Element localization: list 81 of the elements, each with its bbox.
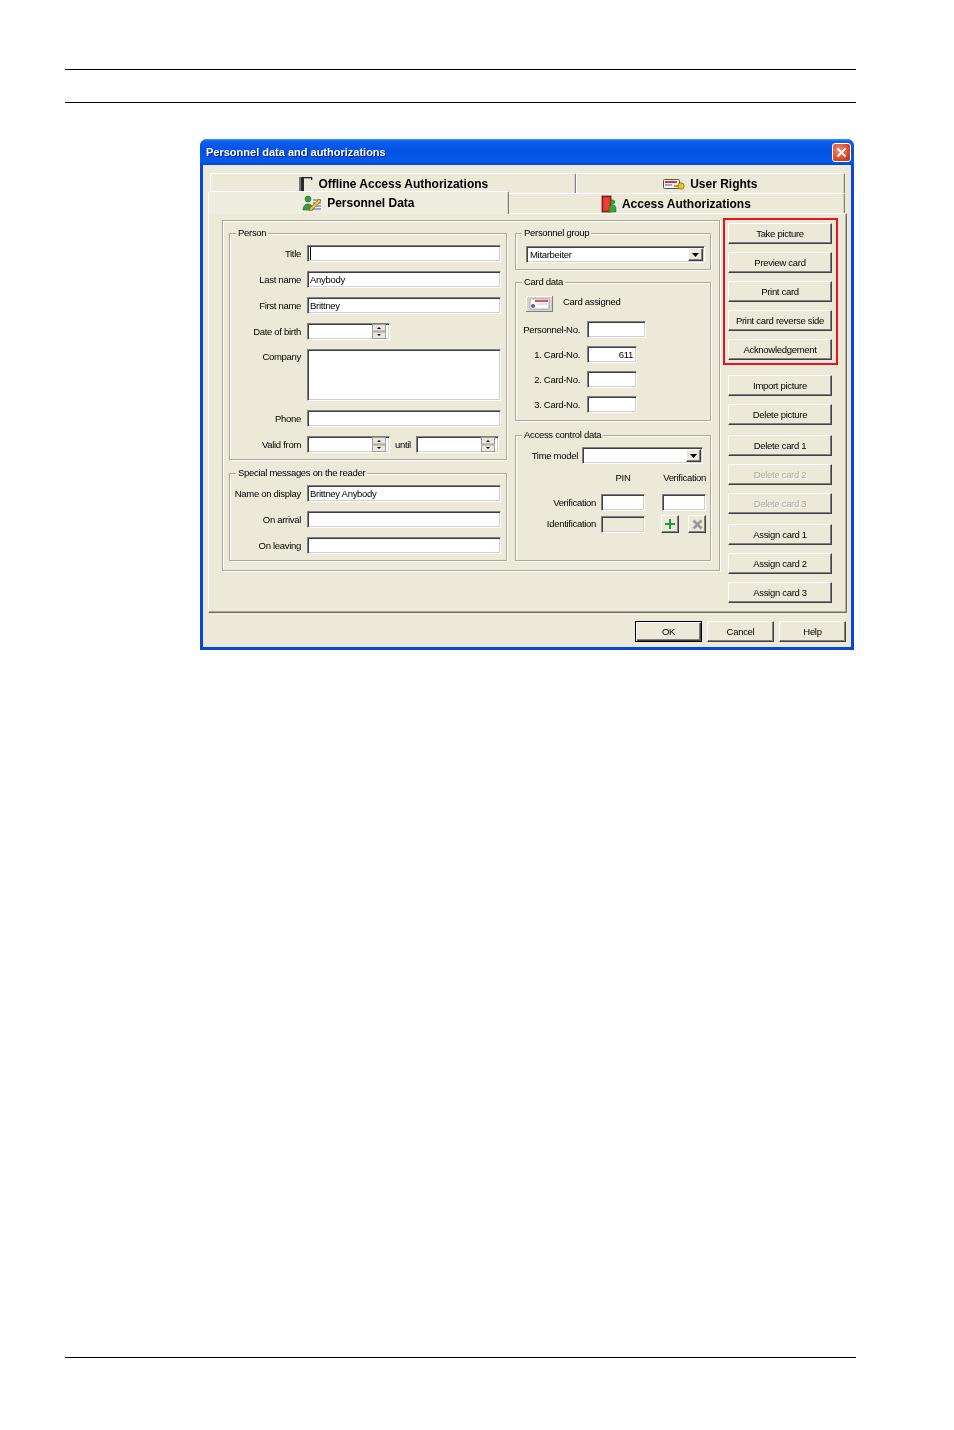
pin-field[interactable] (601, 494, 645, 511)
card-status-text: Card assigned (563, 296, 621, 308)
assign-card-button[interactable]: Assign card 1 (728, 524, 832, 545)
field-label: Verification (553, 496, 596, 509)
tab[interactable]: User Rights (575, 173, 845, 193)
help-button[interactable]: Help (779, 621, 846, 642)
until-field[interactable] (415, 436, 499, 453)
column-header: Verification (663, 472, 706, 484)
import-picture-button[interactable]: Import picture (728, 375, 832, 396)
barrier-icon (297, 175, 314, 192)
field-label: 1. Card-No. (534, 348, 580, 361)
person-pencil-icon (302, 194, 323, 211)
company-field[interactable] (307, 349, 501, 401)
close-button[interactable] (832, 142, 851, 162)
name-on-display-field[interactable]: Brittney Anybody (307, 485, 501, 502)
field-label: Title (284, 247, 301, 260)
print-card-button[interactable]: Print card (728, 281, 832, 302)
group-label: Card data (522, 276, 566, 288)
card-number-field[interactable]: 611 (587, 346, 637, 363)
group-label: Special messages on the reader (236, 467, 368, 479)
id-card-icon (526, 296, 553, 312)
spinner-icon[interactable] (372, 437, 386, 452)
spinner-icon[interactable] (480, 437, 495, 452)
field-label: First name (259, 299, 301, 312)
ok-button[interactable]: OK (635, 621, 702, 642)
add-button[interactable] (661, 515, 679, 533)
take-picture-button[interactable]: Take picture (728, 223, 832, 244)
card-number-field[interactable] (587, 396, 637, 413)
phone-field[interactable] (307, 410, 501, 427)
group-label: Access control data (522, 429, 604, 441)
first-name-field[interactable]: Brittney (307, 297, 501, 314)
delete-picture-button[interactable]: Delete picture (728, 404, 832, 425)
acknowledgement-button[interactable]: Acknowledgement (728, 339, 832, 360)
field-label: Identification (546, 518, 596, 530)
door-person-icon (600, 194, 617, 213)
field-label: until (395, 438, 411, 451)
date-of-birth-field[interactable] (307, 323, 390, 340)
close-icon (836, 146, 847, 158)
personnel-group-dropdown[interactable]: Mitarbeiter (526, 246, 705, 263)
cross-icon (691, 518, 703, 530)
field-label: 2. Card-No. (534, 373, 580, 386)
field-label: 3. Card-No. (534, 398, 580, 411)
cancel-button[interactable]: Cancel (707, 621, 774, 642)
field-label: Time model (531, 449, 578, 462)
dropdown-button[interactable] (688, 248, 703, 261)
delete-card-button[interactable]: Delete card 1 (728, 435, 832, 456)
field-label: Phone (275, 412, 301, 425)
caret-icon (692, 252, 699, 257)
group-label: Personnel group (522, 227, 592, 239)
field-label: On arrival (262, 513, 301, 526)
tab[interactable]: Personnel Data (208, 191, 509, 214)
last-name-field[interactable]: Anybody (307, 271, 501, 288)
time-model-dropdown[interactable] (582, 447, 703, 464)
window-title: Personnel data and authorizations (206, 146, 386, 158)
caret-icon (690, 453, 697, 458)
spinner-icon[interactable] (372, 324, 386, 339)
group-label: Person (236, 227, 269, 239)
field-label: Personnel-No. (523, 323, 580, 336)
field-label: Valid from (261, 438, 301, 451)
valid-from-field[interactable] (307, 436, 390, 453)
assign-card-button[interactable]: Assign card 3 (728, 582, 832, 603)
preview-card-button[interactable]: Preview card (728, 252, 832, 273)
tab[interactable]: Access Authorizations (506, 193, 845, 213)
field-label: Date of birth (253, 325, 301, 338)
assign-card-button[interactable]: Assign card 2 (728, 553, 832, 574)
print-card-reverse-side-button[interactable]: Print card reverse side (728, 310, 832, 331)
personnel-number-field[interactable] (587, 321, 646, 338)
card-key-icon (663, 177, 686, 190)
column-header: PIN (615, 472, 631, 484)
title-field[interactable] (307, 245, 501, 262)
card-number-field[interactable] (587, 371, 637, 388)
tab[interactable]: Offline Access Authorizations (210, 173, 576, 193)
plus-icon (665, 519, 675, 529)
field-label: Last name (259, 273, 301, 286)
field-label: Company (262, 351, 301, 363)
verification-field[interactable] (662, 494, 706, 511)
field-label: Name on display (234, 487, 301, 500)
on-arrival-field[interactable] (307, 511, 501, 528)
on-leaving-field[interactable] (307, 537, 501, 554)
field-label: On leaving (258, 539, 301, 552)
dropdown-button[interactable] (686, 449, 701, 462)
